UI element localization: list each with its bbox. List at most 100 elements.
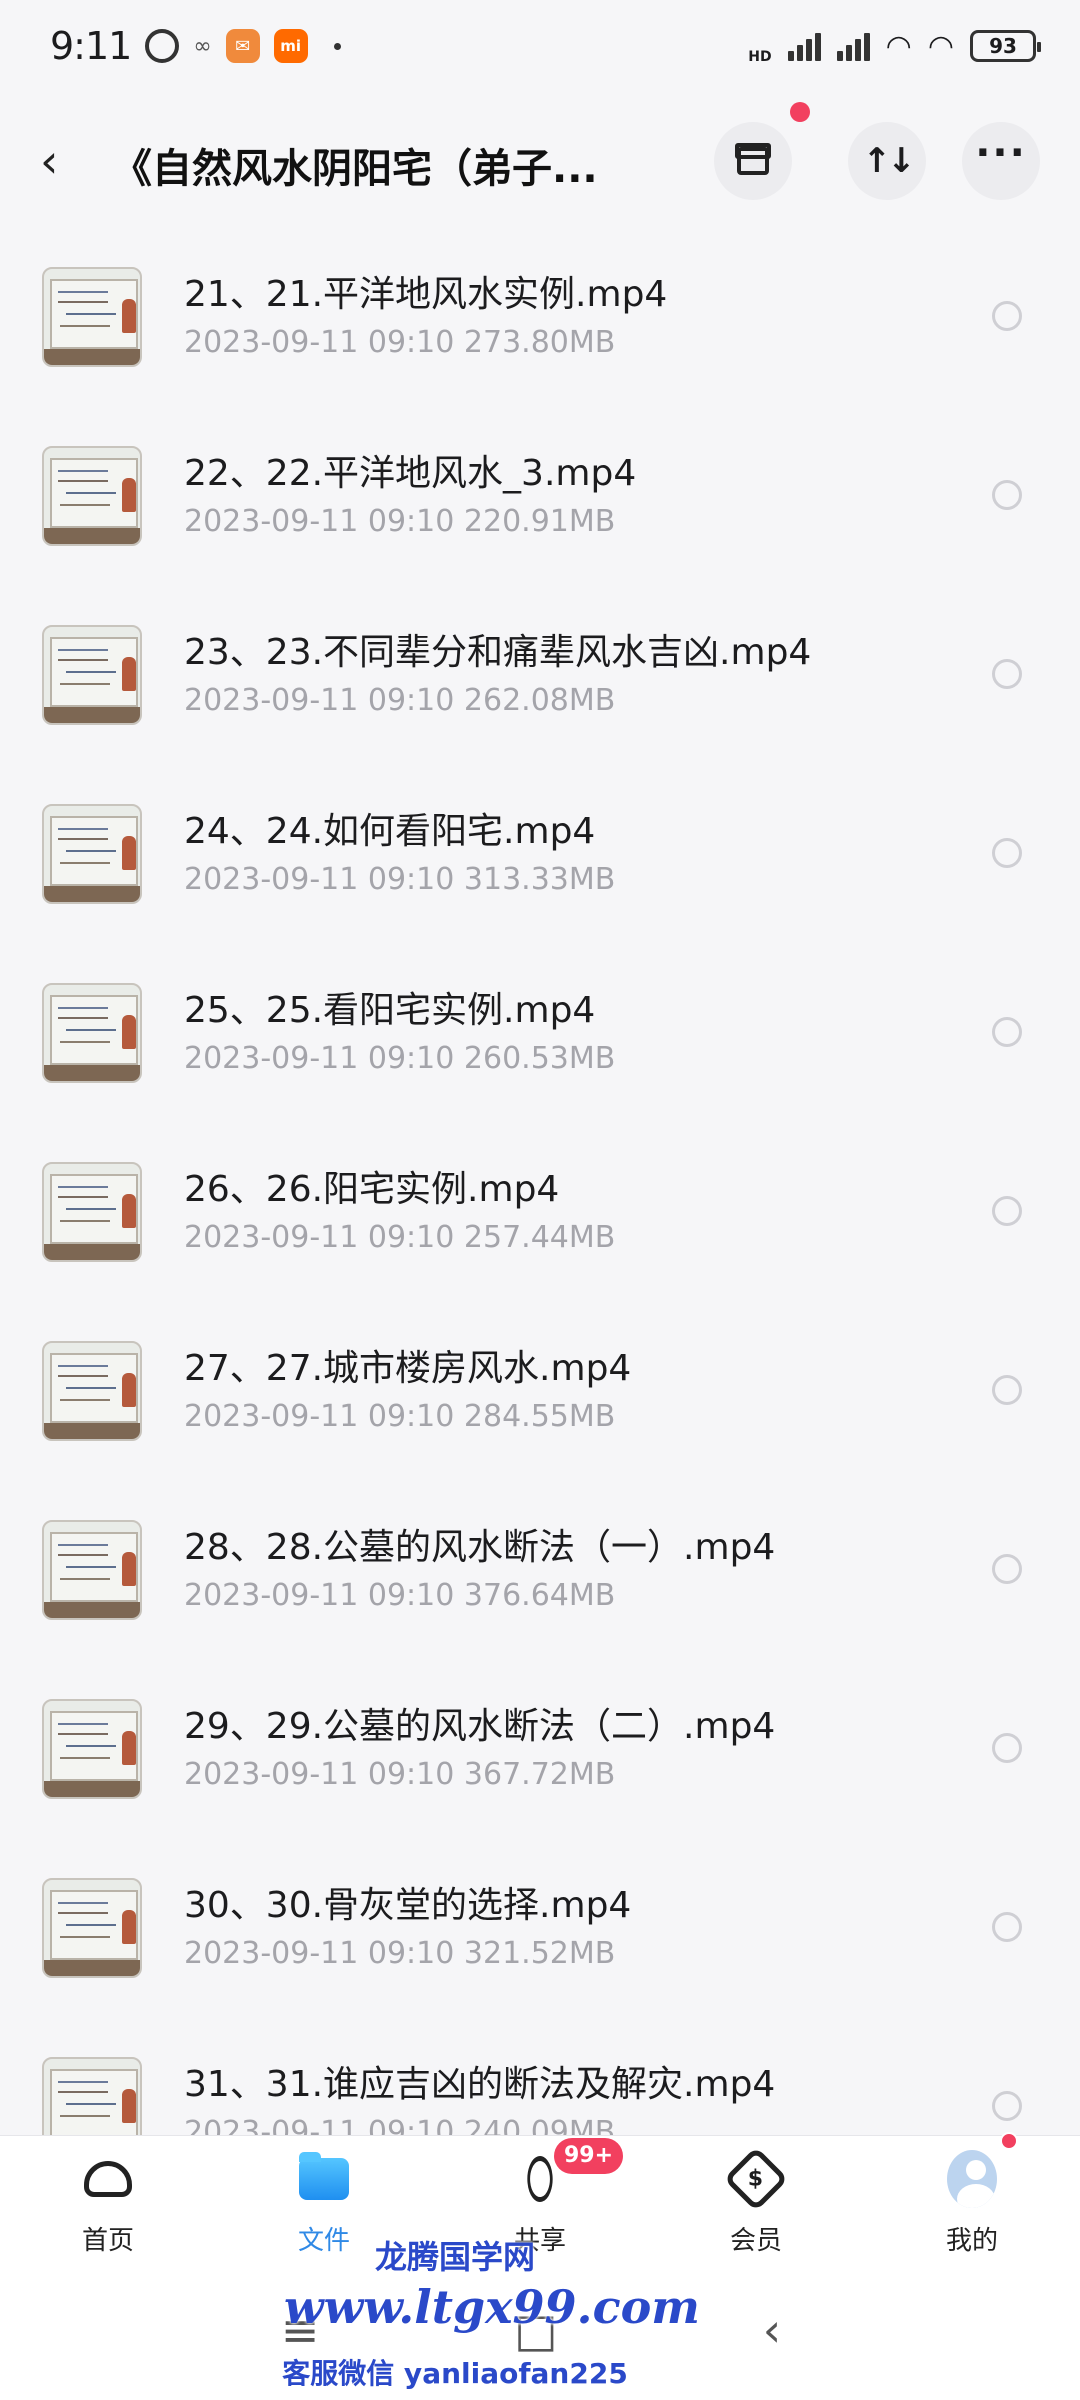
more-button[interactable]: ···	[962, 122, 1040, 200]
file-row[interactable]: 27、27.城市楼房风水.mp4 2023-09-11 09:10 284.55M…	[0, 1329, 1080, 1508]
file-size: 257.44MB	[463, 1220, 616, 1255]
file-meta: 2023-09-11 09:10 260.53MB	[184, 1041, 615, 1076]
video-thumbnail	[42, 1162, 142, 1262]
file-row[interactable]: 23、23.不同辈分和痛辈风水吉凶.mp4 2023-09-11 09:10 26…	[0, 613, 1080, 792]
file-size: 313.33MB	[463, 862, 616, 897]
thumbnail-person	[122, 1910, 136, 1944]
thumbnail-writing	[58, 828, 108, 830]
vip-icon: $	[723, 2146, 789, 2212]
file-name: 21、21.平洋地风水实例.mp4	[184, 274, 668, 315]
meta-gap	[454, 2115, 464, 2135]
thumbnail-frame	[44, 1423, 140, 1439]
file-name: 24、24.如何看阳宅.mp4	[184, 811, 596, 852]
file-row[interactable]: 31、31.谁应吉凶的断法及解灾.mp4 2023-09-11 09:10 240…	[0, 2045, 1080, 2135]
file-row[interactable]: 26、26.阳宅实例.mp4 2023-09-11 09:10 257.44MB	[0, 1150, 1080, 1329]
meta-gap	[454, 1757, 464, 1792]
file-row[interactable]: 30、30.骨灰堂的选择.mp4 2023-09-11 09:10 321.52M…	[0, 1866, 1080, 2045]
file-row[interactable]: 24、24.如何看阳宅.mp4 2023-09-11 09:10 313.33MB	[0, 792, 1080, 971]
video-thumbnail	[42, 1520, 142, 1620]
file-date: 2023-09-11 09:10	[184, 862, 455, 897]
archive-button[interactable]	[714, 122, 792, 200]
thumbnail-person	[122, 1552, 136, 1586]
watermark-url: www.ltgx99.com	[284, 2280, 700, 2334]
thumbnail-frame	[44, 1781, 140, 1797]
file-name: 26、26.阳宅实例.mp4	[184, 1169, 560, 1210]
file-row[interactable]: 21、21.平洋地风水实例.mp4 2023-09-11 09:10 273.80…	[0, 255, 1080, 434]
select-radio[interactable]	[992, 1733, 1022, 1763]
video-thumbnail	[42, 1341, 142, 1441]
share-badge: 99+	[554, 2138, 624, 2174]
signal-1-icon	[787, 31, 821, 61]
thumbnail-writing	[58, 1723, 108, 1725]
file-size: 273.80MB	[463, 325, 616, 360]
file-name: 25、25.看阳宅实例.mp4	[184, 990, 596, 1031]
select-radio[interactable]	[992, 1017, 1022, 1047]
file-date: 2023-09-11 09:10	[184, 1936, 455, 1971]
file-name: 29、29.公墓的风水断法（二）.mp4	[184, 1706, 776, 1747]
select-radio[interactable]	[992, 1196, 1022, 1226]
file-name: 23、23.不同辈分和痛辈风水吉凶.mp4	[184, 632, 812, 673]
video-thumbnail	[42, 267, 142, 367]
video-thumbnail	[42, 625, 142, 725]
select-radio[interactable]	[992, 1912, 1022, 1942]
thumbnail-writing	[58, 470, 108, 472]
meta-gap	[454, 683, 464, 718]
link-icon: ∞	[193, 33, 212, 59]
thumbnail-writing	[58, 1544, 108, 1546]
back-icon[interactable]: ‹	[40, 138, 84, 186]
thumbnail-writing	[58, 1902, 108, 1904]
select-radio[interactable]	[992, 1554, 1022, 1584]
select-radio[interactable]	[992, 659, 1022, 689]
mi-icon: mi	[273, 29, 308, 63]
meta-gap	[454, 1936, 464, 1971]
file-row[interactable]: 25、25.看阳宅实例.mp4 2023-09-11 09:10 260.53MB	[0, 971, 1080, 1150]
file-size: 240.09MB	[463, 2115, 616, 2135]
video-thumbnail	[42, 446, 142, 546]
app-header: ‹ 《自然风水阴阳宅（弟子... ↑↓ ···	[0, 112, 1080, 212]
file-size: 284.55MB	[463, 1399, 616, 1434]
select-radio[interactable]	[992, 301, 1022, 331]
select-radio[interactable]	[992, 480, 1022, 510]
archive-icon	[735, 143, 771, 175]
thumbnail-frame	[44, 1065, 140, 1081]
thumbnail-writing	[58, 2081, 108, 2083]
thumbnail-frame	[44, 1244, 140, 1260]
file-row[interactable]: 28、28.公墓的风水断法（一）.mp4 2023-09-11 09:10 376…	[0, 1508, 1080, 1687]
file-row[interactable]: 29、29.公墓的风水断法（二）.mp4 2023-09-11 09:10 367…	[0, 1687, 1080, 1866]
alarm-icon	[145, 29, 180, 63]
select-radio[interactable]	[992, 1375, 1022, 1405]
file-meta: 2023-09-11 09:10 321.52MB	[184, 1936, 615, 1971]
file-date: 2023-09-11 09:10	[184, 504, 455, 539]
thumbnail-person	[122, 478, 136, 512]
select-radio[interactable]	[992, 2091, 1022, 2121]
file-list[interactable]: 21、21.平洋地风水实例.mp4 2023-09-11 09:10 273.80…	[0, 255, 1080, 2135]
sort-button[interactable]: ↑↓	[848, 122, 926, 200]
video-thumbnail	[42, 804, 142, 904]
file-size: 220.91MB	[463, 504, 616, 539]
file-size: 321.52MB	[463, 1936, 616, 1971]
file-size: 376.64MB	[463, 1578, 616, 1613]
thumbnail-person	[122, 2089, 136, 2123]
watermark-contact: 客服微信 yanliaofan225	[282, 2357, 628, 2390]
file-meta: 2023-09-11 09:10 240.09MB	[184, 2115, 615, 2135]
thumbnail-writing	[58, 1365, 108, 1367]
video-thumbnail	[42, 983, 142, 1083]
thumbnail-person	[122, 1015, 136, 1049]
wifi-1-icon: ◠	[885, 28, 912, 64]
thumbnail-person	[122, 836, 136, 870]
thumbnail-writing	[58, 649, 108, 651]
meta-gap	[454, 1041, 464, 1076]
status-time: 9:11	[50, 24, 132, 68]
home-icon	[84, 2161, 132, 2197]
thumbnail-frame	[44, 528, 140, 544]
select-radio[interactable]	[992, 838, 1022, 868]
thumbnail-person	[122, 657, 136, 691]
file-meta: 2023-09-11 09:10 313.33MB	[184, 862, 615, 897]
file-row[interactable]: 22、22.平洋地风水_3.mp4 2023-09-11 09:10 220.91…	[0, 434, 1080, 613]
meta-gap	[454, 862, 464, 897]
thumbnail-frame	[44, 886, 140, 902]
file-date: 2023-09-11 09:10	[184, 2115, 455, 2135]
file-size: 367.72MB	[463, 1757, 616, 1792]
video-thumbnail	[42, 1878, 142, 1978]
battery-level: 93	[989, 34, 1017, 58]
